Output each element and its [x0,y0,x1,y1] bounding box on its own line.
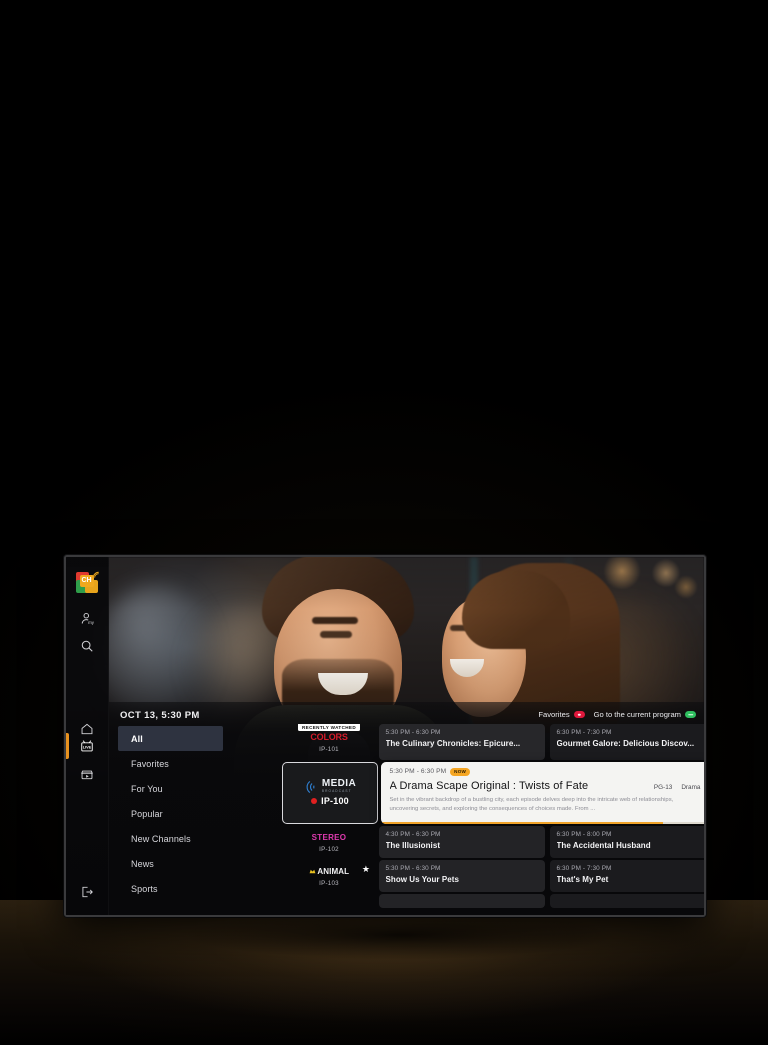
table-row: ★ ANIMAL IP-103 5:30 PM - 6:30 PM Show U… [282,860,704,892]
program-cell[interactable]: 6:30 PM - 8:00 PM The Accidental Husband [549,826,704,858]
red-button-chip-icon [573,711,585,718]
program-time-row: 5:30 PM - 6:30 PM NOW [390,768,701,776]
category-item-news[interactable]: News [118,851,223,876]
channel-number: IP-101 [319,746,339,753]
category-item-all[interactable]: All [118,726,223,751]
program-cell[interactable]: 6:30 PM - 7:30 PM That's My Pet [549,860,704,892]
channel-logo-subtext: BROADCAST [321,789,352,794]
channel-logo-stereo: STEREO [312,831,347,843]
program-time: 5:30 PM - 6:30 PM [389,768,447,776]
category-label: For You [131,783,163,794]
green-button-chip-icon [685,711,696,718]
program-title: The Culinary Chronicles: Epicure... [385,739,521,748]
recently-watched-badge: RECENTLY WATCHED [297,724,361,732]
program-progress-bar [380,821,704,824]
category-list: All Favorites For You Popular New Channe… [118,726,223,901]
program-title: The Illusionist [385,841,441,850]
channel-cell[interactable]: RECENTLY WATCHED COLORS IP-101 [282,724,376,760]
program-time: 6:30 PM - 7:30 PM [556,729,612,736]
ch-logo[interactable]: CH [66,569,108,595]
table-row: RECENTLY WATCHED COLORS IP-101 5:30 PM -… [282,724,704,760]
channel-number: IP-100 [311,796,349,806]
channel-logo-text: STEREO [311,832,347,842]
channel-logo-media: MEDIA BROADCAST [304,778,357,794]
live-dot-icon [311,797,318,804]
table-row: STEREO IP-102 4:30 PM - 6:30 PM The Illu… [282,826,704,858]
go-to-current-program-action[interactable]: Go to the current program [594,710,696,719]
program-title: That's My Pet [556,875,609,884]
tv-device: CH my LIVE OCT 13, 5:30 PM Favorites Go … [64,555,706,917]
category-label: New Channels [131,833,191,844]
program-grid: RECENTLY WATCHED COLORS IP-101 5:30 PM -… [282,724,704,915]
program-cell-focused[interactable]: 5:30 PM - 6:30 PM NOW A Drama Scape Orig… [380,762,704,824]
category-item-for-you[interactable]: For You [118,776,223,801]
search-icon[interactable] [66,633,108,659]
tv-screen: CH my LIVE OCT 13, 5:30 PM Favorites Go … [66,557,704,915]
category-label: Sports [131,883,158,894]
program-cell[interactable]: 6:30 PM - 7:30 PM Gourmet Galore: Delici… [549,724,704,760]
user-profile-icon[interactable]: my [66,605,108,631]
svg-text:LIVE: LIVE [83,746,92,750]
video-library-icon[interactable] [66,761,108,787]
program-title: Gourmet Galore: Delicious Discov... [556,739,695,748]
channel-number: IP-103 [319,880,339,887]
channel-logo-text: ANIMAL [317,866,350,876]
channel-logo-colors: COLORS [310,731,348,743]
program-time: 4:30 PM - 6:30 PM [385,831,441,838]
exit-icon[interactable] [66,879,108,905]
guide-date-time: OCT 13, 5:30 PM [120,710,200,721]
guide-top-actions: Favorites Go to the current program [538,710,696,719]
category-item-new-channels[interactable]: New Channels [118,826,223,851]
category-label: All [131,733,143,744]
go-to-current-program-label: Go to the current program [593,710,681,719]
category-label: News [131,858,154,869]
category-item-favorites[interactable]: Favorites [118,751,223,776]
program-cell[interactable] [549,894,704,908]
channel-cell[interactable]: ★ ANIMAL IP-103 [282,860,376,892]
program-time: 5:30 PM - 6:30 PM [385,865,441,872]
favorites-action-label: Favorites [538,710,570,719]
program-guide-overlay: OCT 13, 5:30 PM Favorites Go to the curr… [108,702,704,915]
program-cell[interactable] [378,894,545,908]
table-row: MEDIA BROADCAST IP-100 5:30 PM - 6:30 PM… [282,762,704,824]
channel-cell[interactable]: STEREO IP-102 [282,826,376,858]
category-label: Popular [131,808,163,819]
program-time: 6:30 PM - 7:30 PM [556,865,612,872]
program-title: The Accidental Husband [556,841,651,850]
left-navigation-rail: CH my LIVE [66,557,109,915]
page-root: CH my LIVE OCT 13, 5:30 PM Favorites Go … [0,0,768,1045]
favorite-star-icon: ★ [361,864,370,874]
favorites-action[interactable]: Favorites [538,710,585,719]
category-item-sports[interactable]: Sports [118,876,223,901]
category-item-popular[interactable]: Popular [118,801,223,826]
channel-number-text: IP-100 [321,795,349,806]
live-tv-icon[interactable]: LIVE [66,733,108,759]
program-cell[interactable]: 5:30 PM - 6:30 PM Show Us Your Pets [378,860,545,892]
channel-logo-text: COLORS [310,732,348,742]
table-row-partial [282,894,704,908]
category-label: Favorites [131,758,169,769]
program-cell[interactable]: 4:30 PM - 6:30 PM The Illusionist [378,826,545,858]
program-genre: Drama [681,783,701,791]
channel-cell-focused[interactable]: MEDIA BROADCAST IP-100 [282,762,378,824]
now-badge: NOW [450,768,470,776]
program-cell[interactable]: 5:30 PM - 6:30 PM The Culinary Chronicle… [378,724,545,760]
channel-cell[interactable] [282,894,376,908]
channel-number: IP-102 [319,846,339,853]
channel-logo-text: MEDIA [321,778,357,790]
program-description: Set in the vibrant backdrop of a bustlin… [389,796,674,812]
program-title: A Drama Scape Original : Twists of Fate [389,779,589,792]
channel-logo-animal: ANIMAL [309,865,349,877]
program-meta: PG-13 Drama [654,784,701,791]
program-title: Show Us Your Pets [385,875,459,884]
program-time: 5:30 PM - 6:30 PM [385,729,441,736]
program-time: 6:30 PM - 8:00 PM [556,831,612,838]
svg-text:my: my [88,620,95,625]
program-rating: PG-13 [653,783,673,791]
